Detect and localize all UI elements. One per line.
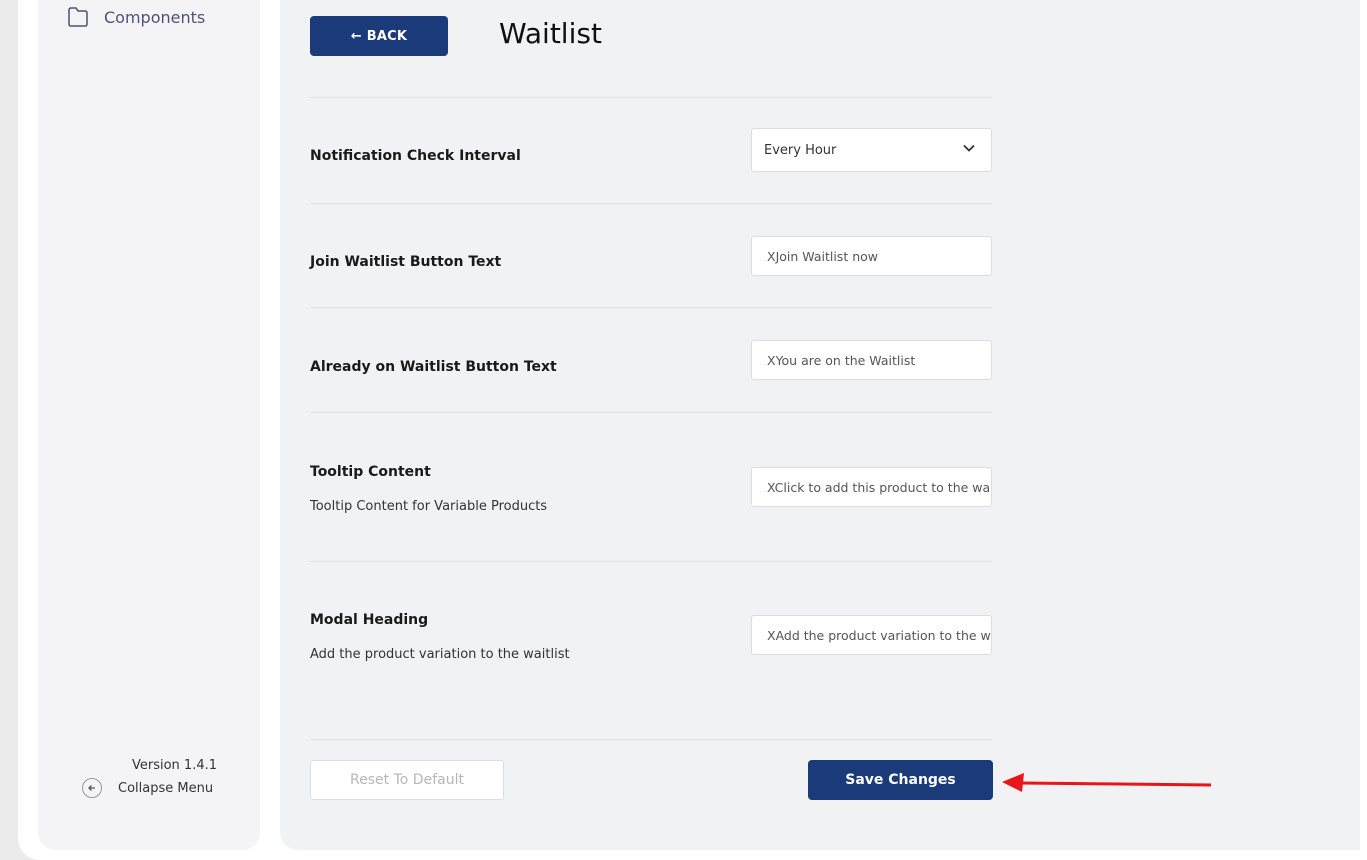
divider bbox=[310, 412, 992, 413]
page-title: Waitlist bbox=[499, 17, 602, 50]
modal-heading-label: Modal Heading bbox=[310, 612, 429, 628]
tooltip-content-description: Tooltip Content for Variable Products bbox=[310, 499, 548, 514]
sidebar: Components Version 1.4.1 Collapse Menu bbox=[38, 0, 260, 850]
divider bbox=[310, 97, 992, 98]
notification-interval-value: Every Hour bbox=[764, 142, 837, 158]
version-text: Version 1.4.1 bbox=[131, 758, 217, 773]
divider bbox=[310, 307, 992, 308]
notification-interval-label: Notification Check Interval bbox=[310, 148, 521, 164]
reset-to-default-button[interactable]: Reset To Default bbox=[310, 760, 504, 800]
annotation-arrow-icon bbox=[1002, 773, 1212, 792]
already-button-text-input[interactable]: XYou are on the Waitlist bbox=[751, 340, 992, 380]
divider bbox=[310, 739, 992, 740]
divider bbox=[310, 561, 992, 562]
modal-heading-input[interactable]: XAdd the product variation to the waitli… bbox=[751, 615, 992, 655]
tooltip-content-input[interactable]: XClick to add this product to the waitli… bbox=[751, 467, 992, 507]
already-button-text-label: Already on Waitlist Button Text bbox=[310, 359, 557, 375]
sidebar-item-components[interactable]: Components bbox=[66, 5, 205, 29]
collapse-menu-button[interactable]: Collapse Menu bbox=[82, 778, 213, 798]
main-panel: ← BACK Waitlist Notification Check Inter… bbox=[280, 0, 1360, 850]
chevron-down-icon bbox=[962, 141, 976, 159]
folder-icon bbox=[66, 5, 90, 29]
divider bbox=[310, 203, 992, 204]
tooltip-content-label: Tooltip Content bbox=[310, 464, 431, 480]
notification-interval-select[interactable]: Every Hour bbox=[751, 128, 992, 172]
back-button[interactable]: ← BACK bbox=[310, 16, 448, 56]
modal-heading-description: Add the product variation to the waitlis… bbox=[310, 647, 570, 662]
save-changes-button[interactable]: Save Changes bbox=[808, 760, 993, 800]
join-button-text-input[interactable]: XJoin Waitlist now bbox=[751, 236, 992, 276]
arrow-left-circle-icon bbox=[82, 778, 102, 798]
join-button-text-label: Join Waitlist Button Text bbox=[310, 254, 502, 270]
collapse-menu-label: Collapse Menu bbox=[118, 780, 214, 796]
sidebar-item-label: Components bbox=[104, 7, 206, 27]
